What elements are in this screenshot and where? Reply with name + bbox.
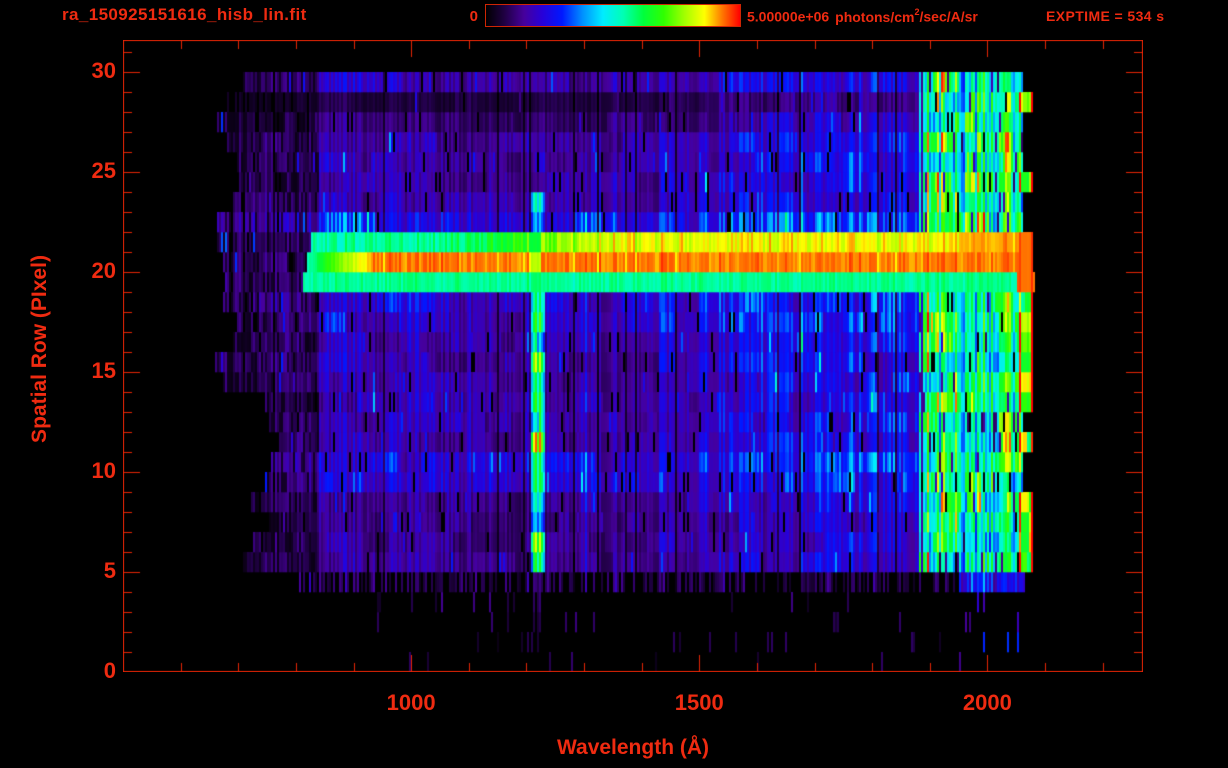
- exptime-label: EXPTIME = 534 s: [1046, 8, 1165, 24]
- y-tick-label: 20: [91, 258, 116, 283]
- colorbar-max-label: 5.00000e+06 photons/cm2/sec/A/sr: [747, 7, 978, 25]
- x-tick-label: 2000: [962, 690, 1012, 715]
- y-tick-label: 10: [91, 458, 116, 483]
- y-tick-label: 0: [103, 658, 116, 683]
- x-tick-label: 1500: [674, 690, 724, 715]
- y-tick-label: 15: [91, 358, 116, 383]
- flux-units-sup: 2: [914, 7, 920, 17]
- flux-units-pre: photons/cm: [835, 8, 915, 25]
- y-tick-label: 5: [103, 558, 116, 583]
- spectrogram-image: [123, 40, 1143, 672]
- quicklook-viewer: ra_150925151616_hisb_lin.fit 0 5.00000e+…: [0, 0, 1228, 768]
- flux-units-post: /sec/A/sr: [919, 8, 978, 25]
- x-axis-title: Wavelength (Å): [556, 736, 710, 759]
- x-tick-label: 1000: [386, 690, 436, 715]
- file-title: ra_150925151616_hisb_lin.fit: [62, 5, 307, 24]
- y-tick-label: 25: [91, 158, 116, 183]
- flux-max-value: 5.00000e+06: [747, 8, 830, 25]
- y-tick-label: 30: [91, 58, 116, 83]
- colorbar: [485, 4, 741, 27]
- y-axis-title: Spatial Row (PIxel): [28, 255, 51, 443]
- colorbar-min-label: 0: [469, 8, 478, 25]
